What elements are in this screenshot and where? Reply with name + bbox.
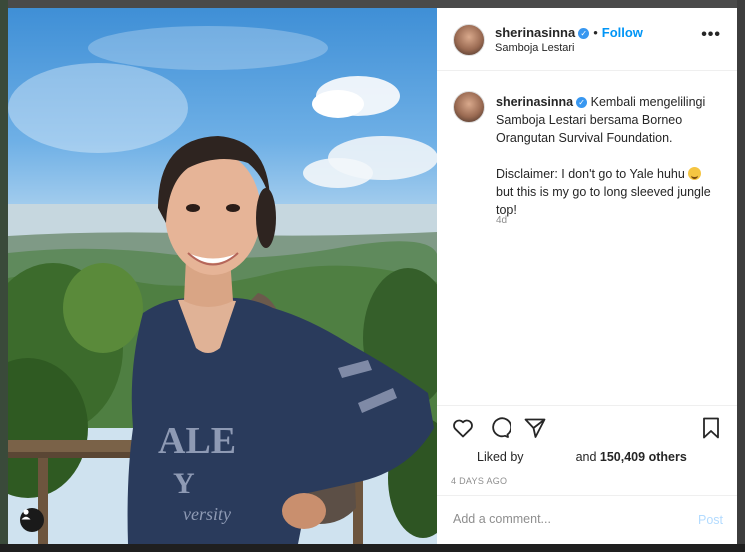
comment-input[interactable] (451, 511, 675, 527)
verified-badge-icon: ✓ (576, 97, 588, 109)
shirt-print-line3: versity (183, 504, 231, 524)
follow-button[interactable]: Follow (602, 25, 643, 40)
likes-summary: Liked by and 150,409 others (477, 450, 687, 464)
caption-avatar[interactable] (453, 91, 485, 123)
separator-dot: • (593, 25, 598, 40)
post-header: sherinasinna ✓ • Follow Samboja Lestari ••• (437, 8, 737, 71)
location-link[interactable]: Samboja Lestari (495, 42, 575, 54)
username-link[interactable]: sherinasinna (495, 25, 575, 40)
comments-section: sherinasinna ✓ Kembali mengelilingi Sambo… (437, 71, 737, 406)
photo-illustration: ALE Y versity (8, 26, 437, 544)
shirt-print-line2: Y (173, 467, 195, 500)
avatar[interactable] (453, 24, 485, 56)
verified-badge-icon: ✓ (578, 28, 590, 40)
liked-by-suffix: and (575, 450, 597, 464)
action-bar: Liked by and 150,409 others 4 DAYS AGO Po… (437, 405, 737, 545)
caption-age: 4d (496, 215, 508, 226)
add-comment-bar: Post (437, 495, 737, 546)
post-timestamp[interactable]: 4 DAYS AGO (451, 476, 507, 486)
backdrop-left (0, 0, 8, 552)
comment-bubble-icon[interactable] (487, 416, 511, 440)
backdrop-top (0, 0, 745, 8)
disclaimer-text-2: but this is my go to long sleeved jungle… (496, 185, 711, 217)
likes-count-link[interactable]: 150,409 others (600, 450, 687, 464)
paper-plane-icon[interactable] (523, 416, 547, 440)
more-options-icon[interactable]: ••• (701, 27, 721, 43)
user-tag-icon (21, 509, 31, 520)
header-name-row: sherinasinna ✓ • Follow (495, 25, 643, 40)
liked-by-prefix: Liked by (477, 450, 524, 464)
post-comment-button[interactable]: Post (698, 513, 723, 527)
heart-icon[interactable] (451, 416, 475, 440)
user-tag-button[interactable] (20, 508, 44, 532)
caption-username-link[interactable]: sherinasinna (496, 95, 573, 109)
post-photo[interactable]: ALE Y versity (8, 8, 437, 544)
caption: sherinasinna ✓ Kembali mengelilingi Sambo… (496, 93, 721, 219)
disclaimer-text: Disclaimer: I don't go to Yale huhu (496, 167, 685, 181)
shirt-print-line1: ALE (158, 420, 236, 462)
backdrop-right (737, 0, 745, 552)
bookmark-icon[interactable] (699, 416, 723, 440)
grinning-emoji-icon (688, 167, 702, 180)
caption-disclaimer: Disclaimer: I don't go to Yale huhu but … (496, 165, 721, 219)
post-details-panel: sherinasinna ✓ • Follow Samboja Lestari •••… (437, 8, 737, 544)
